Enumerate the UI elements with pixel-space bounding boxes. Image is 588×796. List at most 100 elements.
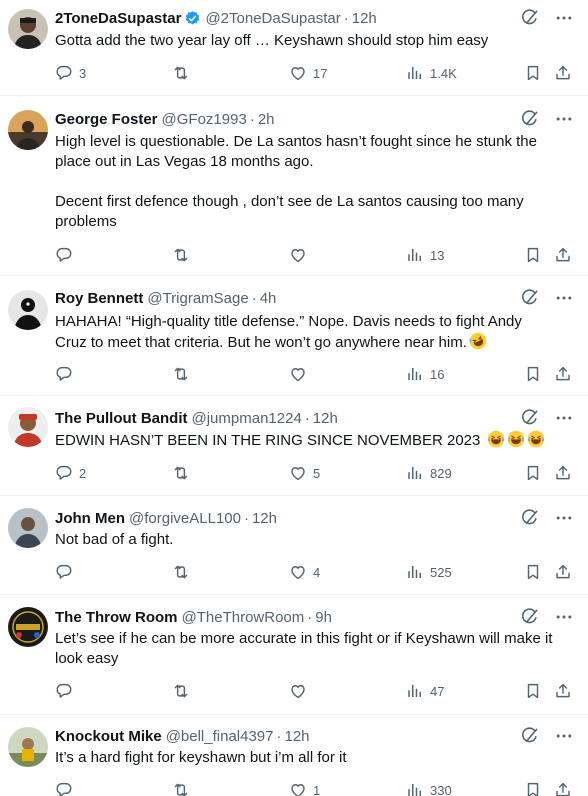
reply-button[interactable] (55, 681, 73, 701)
post-time[interactable]: 12h (352, 10, 377, 27)
avatar[interactable] (8, 110, 48, 150)
post-time[interactable]: 12h (285, 728, 310, 745)
grok-icon[interactable] (520, 288, 540, 308)
more-icon[interactable] (554, 8, 574, 28)
post-time[interactable]: 4h (260, 290, 277, 307)
reply-icon (55, 781, 73, 796)
post-time[interactable]: 12h (313, 410, 338, 427)
reply-button[interactable] (55, 245, 73, 265)
reply-button[interactable] (55, 562, 73, 582)
retweet-button[interactable] (172, 63, 190, 83)
bookmark-button[interactable] (524, 562, 542, 582)
share-button[interactable] (554, 562, 572, 582)
share-button[interactable] (554, 245, 572, 265)
author-name[interactable]: The Pullout Bandit (55, 410, 188, 427)
more-icon[interactable] (554, 726, 574, 746)
more-icon[interactable] (554, 607, 574, 627)
post-time[interactable]: 9h (315, 609, 332, 626)
view-count: 47 (430, 683, 445, 699)
bookmark-button[interactable] (524, 245, 542, 265)
views-button[interactable]: 47 (406, 681, 444, 701)
bookmark-button[interactable] (524, 780, 542, 796)
reply-button[interactable]: 3 (55, 63, 86, 83)
post-time[interactable]: 12h (252, 510, 277, 527)
avatar[interactable] (8, 407, 48, 447)
author-handle[interactable]: @jumpman1224 (192, 410, 302, 427)
reply-post[interactable]: Knockout Mike @bell_final4397 · 12h It’s… (0, 715, 588, 796)
reply-post[interactable]: The Pullout Bandit @jumpman1224 · 12h ED… (0, 396, 588, 496)
like-button[interactable] (289, 681, 307, 701)
author-name[interactable]: George Foster (55, 111, 158, 128)
author-handle[interactable]: @TheThrowRoom (182, 609, 305, 626)
avatar[interactable] (8, 9, 48, 49)
grok-icon[interactable] (520, 726, 540, 746)
retweet-icon (172, 246, 190, 264)
views-button[interactable]: 16 (406, 364, 444, 384)
avatar[interactable] (8, 290, 48, 330)
author-name[interactable]: The Throw Room (55, 609, 178, 626)
author-name[interactable]: Roy Bennett (55, 290, 143, 307)
bookmark-button[interactable] (524, 364, 542, 384)
author-handle[interactable]: @forgiveALL100 (129, 510, 241, 527)
share-button[interactable] (554, 364, 572, 384)
heart-icon (289, 64, 307, 82)
more-icon[interactable] (554, 408, 574, 428)
retweet-icon (172, 464, 190, 482)
views-button[interactable]: 1.4K (406, 63, 457, 83)
share-button[interactable] (554, 780, 572, 796)
avatar[interactable] (8, 607, 48, 647)
reply-post[interactable]: 2ToneDaSupastar @2ToneDaSupastar · 12h G… (0, 0, 588, 96)
bookmark-button[interactable] (524, 463, 542, 483)
more-icon[interactable] (554, 109, 574, 129)
bookmark-button[interactable] (524, 63, 542, 83)
share-button[interactable] (554, 681, 572, 701)
retweet-button[interactable] (172, 562, 190, 582)
author-handle[interactable]: @TrigramSage (147, 290, 248, 307)
author-name[interactable]: Knockout Mike (55, 728, 162, 745)
post-text: High level is questionable. De La santos… (55, 132, 575, 232)
views-button[interactable]: 330 (406, 780, 452, 796)
avatar[interactable] (8, 727, 48, 767)
like-button[interactable]: 17 (289, 63, 327, 83)
grok-icon[interactable] (520, 508, 540, 528)
author-name[interactable]: 2ToneDaSupastar (55, 10, 181, 27)
grok-icon[interactable] (520, 408, 540, 428)
retweet-button[interactable] (172, 780, 190, 796)
more-icon[interactable] (554, 288, 574, 308)
action-bar: 3 17 1.4K (55, 63, 577, 83)
grok-icon[interactable] (520, 8, 540, 28)
views-button[interactable]: 525 (406, 562, 452, 582)
like-button[interactable]: 1 (289, 780, 320, 796)
post-text-line: look easy (55, 650, 119, 667)
reply-post[interactable]: Roy Bennett @TrigramSage · 4h HAHAHA! “H… (0, 276, 588, 396)
share-button[interactable] (554, 63, 572, 83)
views-button[interactable]: 13 (406, 245, 444, 265)
retweet-button[interactable] (172, 364, 190, 384)
grok-icon[interactable] (520, 607, 540, 627)
like-button[interactable]: 5 (289, 463, 320, 483)
share-button[interactable] (554, 463, 572, 483)
like-button[interactable] (289, 364, 307, 384)
view-count: 829 (430, 465, 452, 481)
author-handle[interactable]: @bell_final4397 (166, 728, 274, 745)
reply-post[interactable]: The Throw Room @TheThrowRoom · 9h Let’s … (0, 595, 588, 715)
like-button[interactable]: 4 (289, 562, 320, 582)
like-button[interactable] (289, 245, 307, 265)
views-button[interactable]: 829 (406, 463, 452, 483)
reply-post[interactable]: John Men @forgiveALL100 · 12h Not bad of… (0, 496, 588, 595)
post-time[interactable]: 2h (258, 111, 275, 128)
avatar[interactable] (8, 508, 48, 548)
retweet-button[interactable] (172, 681, 190, 701)
grok-icon[interactable] (520, 109, 540, 129)
reply-button[interactable] (55, 364, 73, 384)
retweet-button[interactable] (172, 245, 190, 265)
author-name[interactable]: John Men (55, 510, 125, 527)
author-handle[interactable]: @2ToneDaSupastar (205, 10, 340, 27)
bookmark-button[interactable] (524, 681, 542, 701)
reply-button[interactable] (55, 780, 73, 796)
reply-button[interactable]: 2 (55, 463, 86, 483)
more-icon[interactable] (554, 508, 574, 528)
reply-post[interactable]: George Foster @GFoz1993 · 2h High level … (0, 96, 588, 276)
retweet-button[interactable] (172, 463, 190, 483)
author-handle[interactable]: @GFoz1993 (162, 111, 247, 128)
